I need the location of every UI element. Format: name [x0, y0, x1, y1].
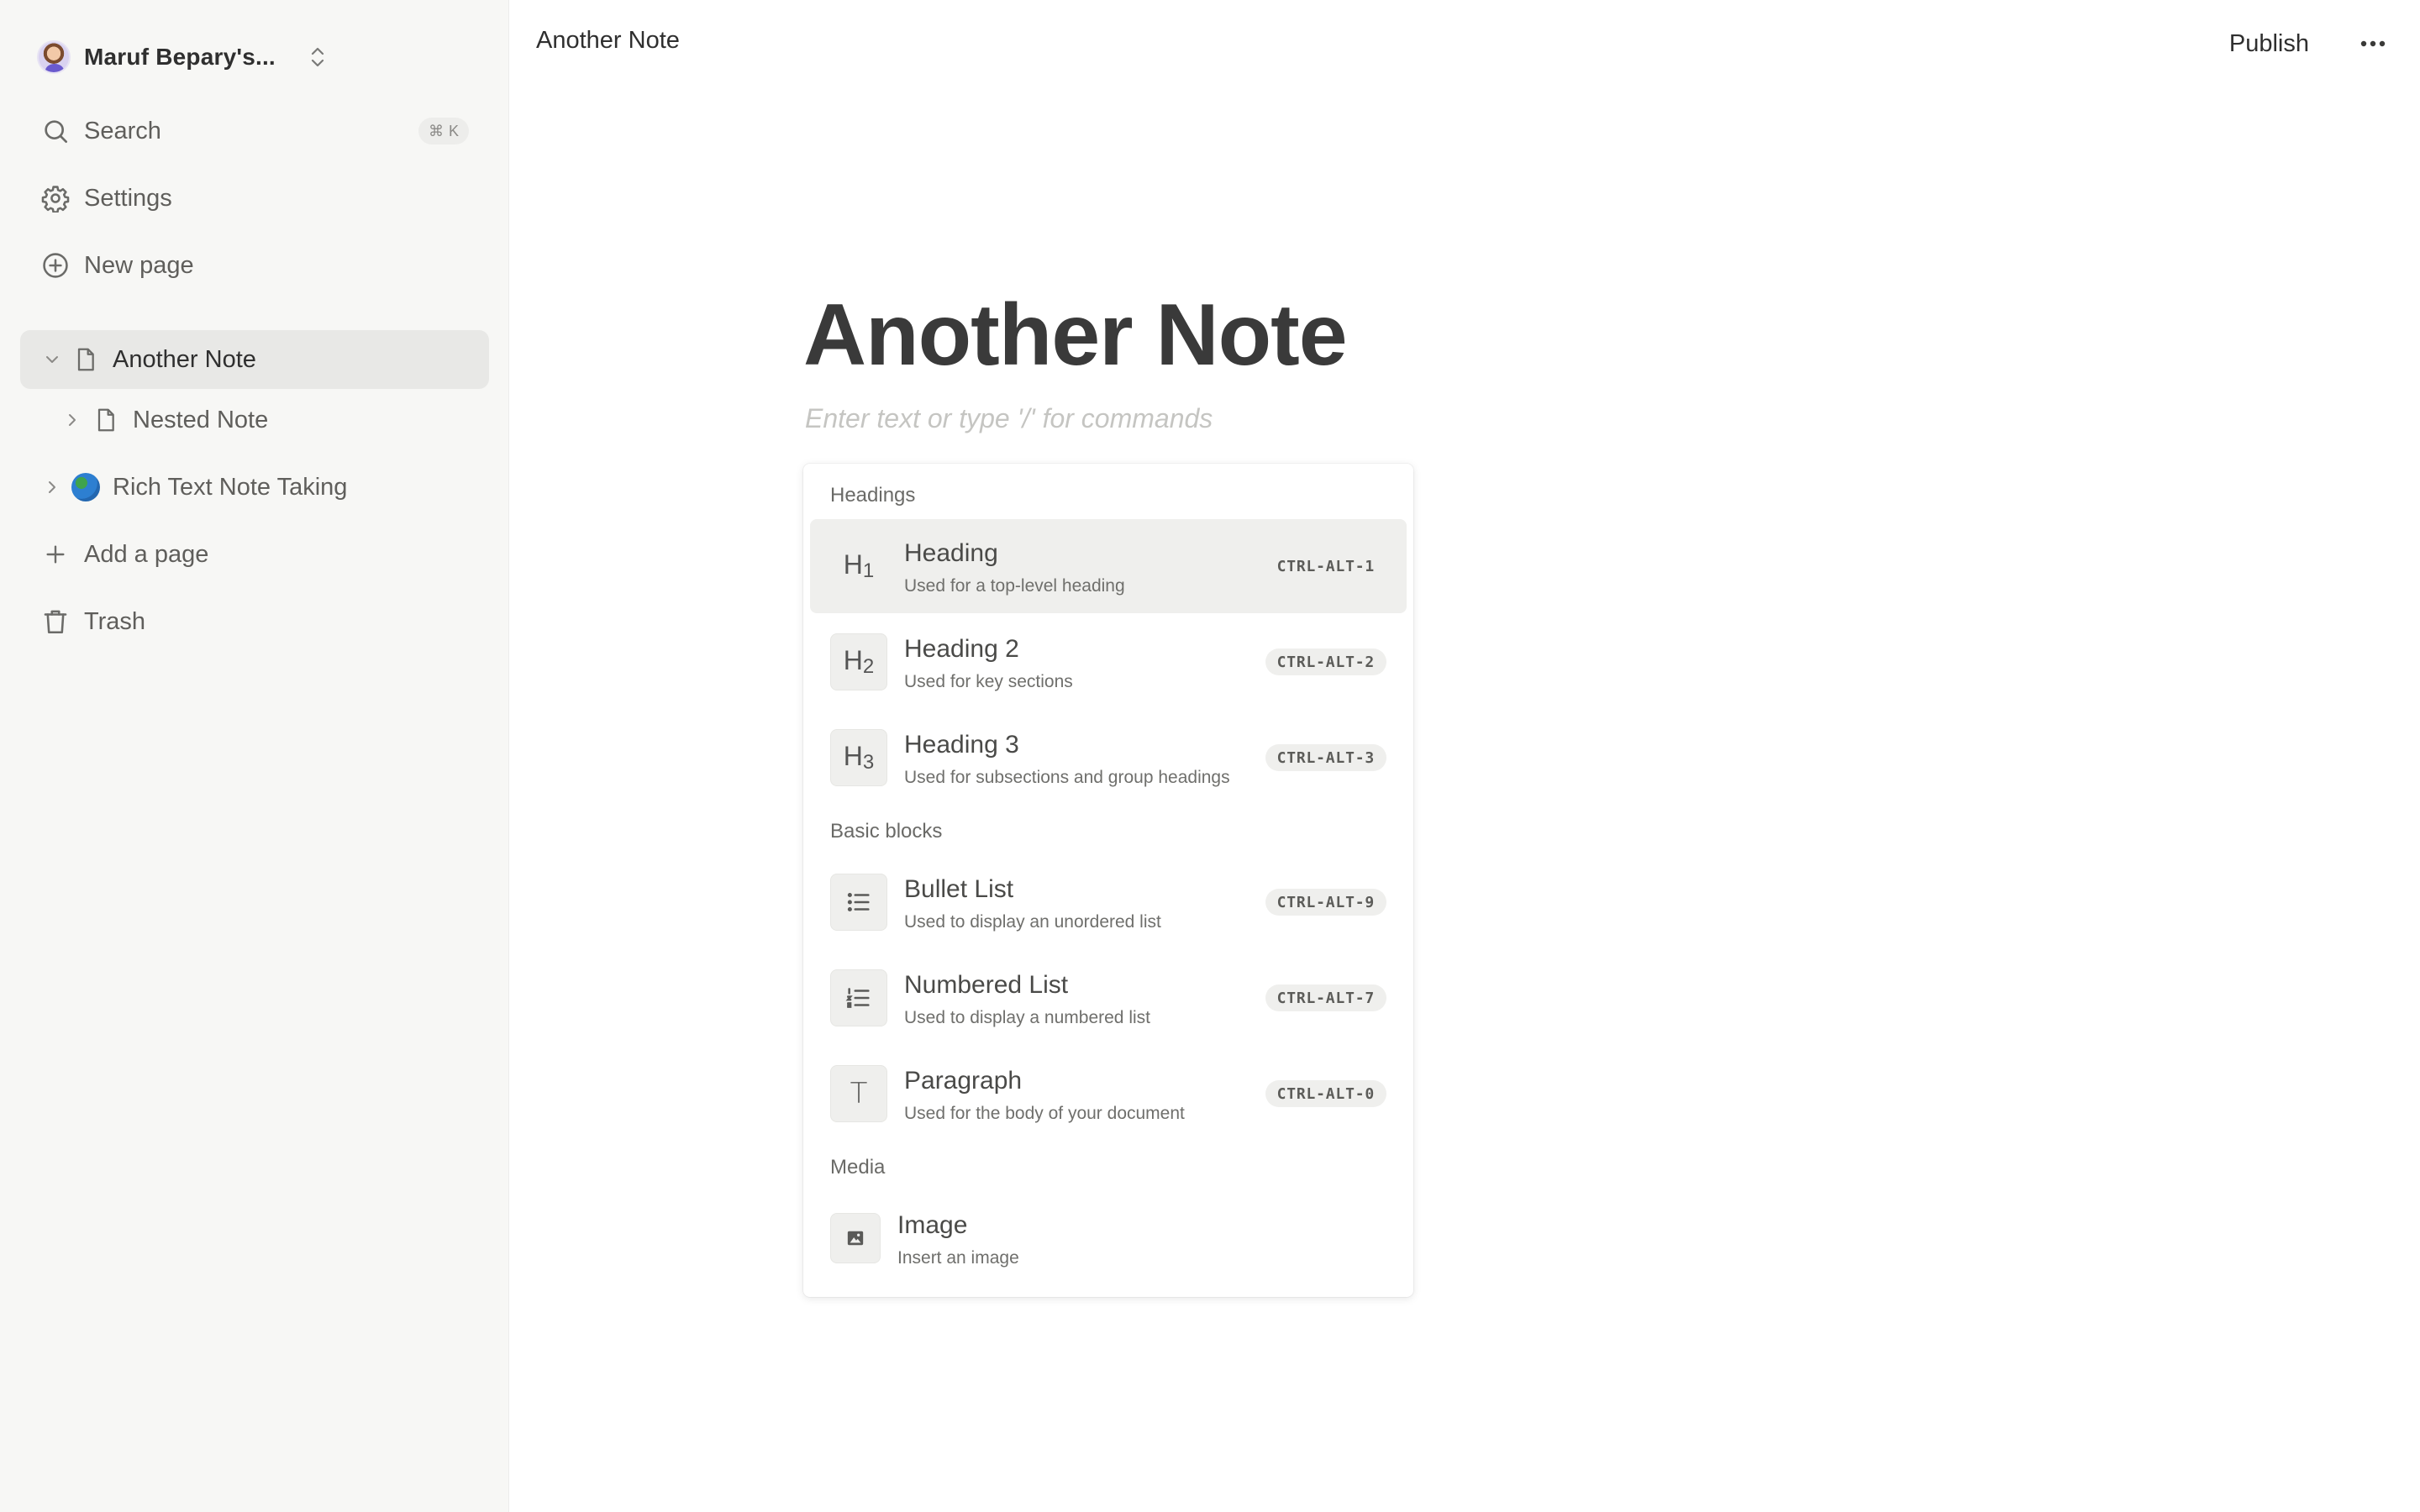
- plus-circle-icon: [40, 250, 71, 281]
- menu-item-description: Used for a top-level heading: [904, 576, 1125, 596]
- page-icon: [71, 344, 101, 375]
- workspace-switcher[interactable]: Maruf Bepary's...: [37, 37, 328, 77]
- h2-icon: H2: [830, 633, 887, 690]
- shortcut-badge: CTRL-ALT-0: [1265, 1080, 1386, 1107]
- avatar: [37, 40, 71, 74]
- menu-section-headings: Headings: [830, 484, 916, 507]
- menu-item-description: Used for the body of your document: [904, 1104, 1185, 1123]
- sidebar-item-trash[interactable]: Trash: [20, 595, 489, 648]
- menu-section-basic-blocks: Basic blocks: [830, 820, 943, 843]
- globe-emoji-icon: [71, 472, 101, 502]
- app-window: Maruf Bepary's... Search ⌘ K Settings Ne…: [0, 0, 2420, 1512]
- menu-item-description: Used for key sections: [904, 672, 1073, 691]
- page-tree-label: Nested Note: [133, 406, 269, 433]
- sidebar: Maruf Bepary's... Search ⌘ K Settings Ne…: [0, 0, 509, 1512]
- numbered-list-icon: [830, 969, 887, 1026]
- chevron-down-icon[interactable]: [40, 348, 64, 371]
- menu-item-bullet-list[interactable]: Bullet List Used to display an unordered…: [810, 855, 1407, 949]
- page-tree-label: Rich Text Note Taking: [113, 473, 348, 501]
- shortcut-badge: CTRL-ALT-9: [1265, 889, 1386, 916]
- menu-item-image[interactable]: Image Insert an image: [810, 1191, 1407, 1285]
- chevron-up-down-icon: [311, 47, 324, 67]
- page-tree-item-nested-note[interactable]: Nested Note: [20, 391, 489, 449]
- menu-item-title: Paragraph: [904, 1067, 1023, 1095]
- breadcrumb[interactable]: Another Note: [536, 27, 680, 55]
- menu-item-description: Used to display an unordered list: [904, 912, 1161, 932]
- search-shortcut-badge: ⌘ K: [418, 118, 469, 144]
- sidebar-item-add-page[interactable]: Add a page: [20, 528, 489, 581]
- shortcut-badge: CTRL-ALT-7: [1265, 984, 1386, 1011]
- paragraph-icon: T: [830, 1065, 887, 1122]
- page-title[interactable]: Another Note: [803, 286, 1348, 386]
- plus-icon: [40, 539, 71, 570]
- bullet-list-icon: [830, 874, 887, 931]
- menu-item-title: Bullet List: [904, 875, 1014, 903]
- shortcut-badge: CTRL-ALT-1: [1276, 557, 1375, 575]
- sidebar-item-label: Trash: [84, 607, 146, 635]
- h3-icon: H3: [830, 729, 887, 786]
- sidebar-item-label: Settings: [84, 184, 172, 212]
- page-tree-item-rich-text-note-taking[interactable]: Rich Text Note Taking: [20, 458, 489, 517]
- sidebar-item-label: Add a page: [84, 540, 209, 568]
- sidebar-item-label: New page: [84, 251, 194, 279]
- sidebar-item-new-page[interactable]: New page: [20, 239, 489, 292]
- page-icon: [91, 405, 121, 435]
- sidebar-item-label: Search: [84, 117, 161, 144]
- sidebar-item-settings[interactable]: Settings: [20, 171, 489, 225]
- menu-item-heading-2[interactable]: H2 Heading 2 Used for key sections CTRL-…: [810, 615, 1407, 709]
- menu-item-numbered-list[interactable]: Numbered List Used to display a numbered…: [810, 951, 1407, 1045]
- menu-item-title: Heading 2: [904, 635, 1019, 663]
- slash-command-menu: Headings H1 Heading Used for a top-level…: [803, 464, 1413, 1297]
- menu-section-media: Media: [830, 1156, 886, 1179]
- menu-item-title: Numbered List: [904, 971, 1069, 999]
- image-icon: [830, 1213, 881, 1263]
- chevron-right-icon[interactable]: [60, 408, 84, 432]
- trash-icon: [40, 606, 71, 637]
- menu-item-title: Heading: [904, 539, 998, 567]
- menu-item-paragraph[interactable]: T Paragraph Used for the body of your do…: [810, 1047, 1407, 1141]
- shortcut-key: K: [448, 122, 459, 139]
- menu-item-title: Image: [897, 1211, 968, 1239]
- sidebar-item-search[interactable]: Search ⌘ K: [20, 104, 489, 158]
- page-tree-item-another-note[interactable]: Another Note: [20, 330, 489, 389]
- editor-placeholder[interactable]: Enter text or type '/' for commands: [805, 403, 1213, 434]
- menu-item-description: Used to display a numbered list: [904, 1008, 1150, 1027]
- chevron-right-icon[interactable]: [40, 475, 64, 499]
- menu-item-description: Insert an image: [897, 1248, 1019, 1268]
- h1-icon: H1: [843, 549, 875, 582]
- gear-icon: [40, 183, 71, 213]
- page-tree-label: Another Note: [113, 345, 256, 373]
- ellipsis-icon[interactable]: [2356, 27, 2390, 60]
- workspace-name: Maruf Bepary's...: [84, 44, 276, 70]
- publish-button[interactable]: Publish: [2216, 20, 2323, 67]
- shortcut-badge: CTRL-ALT-3: [1265, 744, 1386, 771]
- menu-item-title: Heading 3: [904, 731, 1019, 759]
- search-icon: [40, 116, 71, 146]
- shortcut-badge: CTRL-ALT-2: [1265, 648, 1386, 675]
- top-bar: Another Note Publish: [509, 0, 2420, 87]
- menu-item-heading-3[interactable]: H3 Heading 3 Used for subsections and gr…: [810, 711, 1407, 805]
- menu-item-heading[interactable]: H1 Heading Used for a top-level heading …: [810, 519, 1407, 613]
- menu-item-description: Used for subsections and group headings: [904, 768, 1230, 787]
- command-key-symbol: ⌘: [428, 122, 444, 139]
